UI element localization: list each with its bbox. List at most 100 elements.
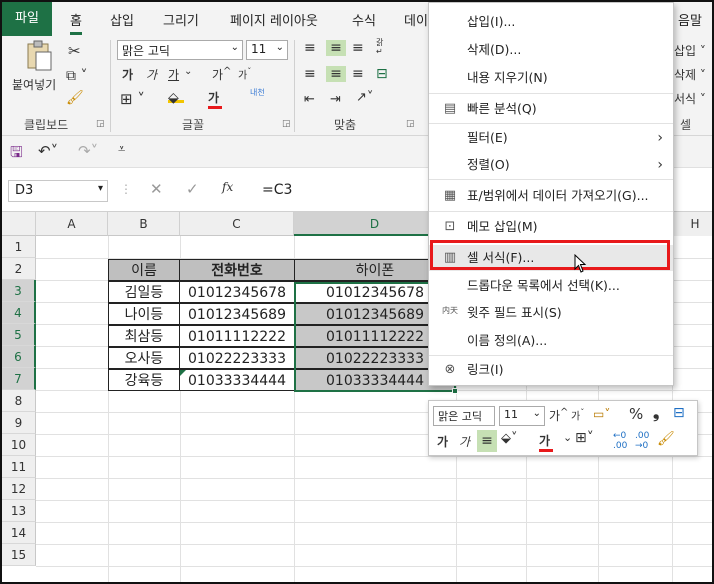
- mini-font-size-select[interactable]: 11 ⌄: [499, 406, 545, 426]
- align-bottom-icon[interactable]: ≡: [352, 40, 364, 56]
- cells-format-button[interactable]: 서식 ˅: [674, 90, 706, 107]
- row-header[interactable]: 12: [2, 478, 36, 500]
- align-top-icon[interactable]: ≡: [304, 40, 316, 56]
- wrap-text-icon[interactable]: 갉 ↵: [376, 38, 394, 56]
- increase-indent-icon[interactable]: ⇥: [330, 92, 341, 107]
- row-header[interactable]: 11: [2, 456, 36, 478]
- font-grow-button[interactable]: 가^: [212, 66, 231, 83]
- menu-item-insert-comment[interactable]: ⊡ 메모 삽입(M): [429, 214, 673, 240]
- table-header-cell[interactable]: 이름: [108, 259, 180, 281]
- cancel-icon[interactable]: ✕: [150, 180, 163, 198]
- formula-input[interactable]: =C3: [256, 180, 430, 202]
- mini-font-shrink-button[interactable]: 가ˇ: [571, 407, 584, 422]
- column-header[interactable]: B: [108, 212, 180, 236]
- format-painter-icon[interactable]: 🖌: [66, 90, 84, 106]
- row-header[interactable]: 9: [2, 412, 36, 434]
- mini-italic-button[interactable]: 가: [459, 433, 470, 450]
- cells-delete-button[interactable]: 삭제 ˅: [674, 66, 706, 83]
- italic-button[interactable]: 가: [146, 66, 157, 83]
- menu-item-define-name[interactable]: 이름 정의(A)...: [429, 328, 673, 354]
- table-cell[interactable]: 01012345689: [179, 303, 295, 325]
- table-cell[interactable]: 오사등: [108, 347, 180, 369]
- cut-icon[interactable]: ✂: [68, 42, 81, 60]
- align-right-icon[interactable]: ≡: [352, 66, 364, 82]
- save-icon[interactable]: 🖫: [10, 142, 23, 167]
- name-box[interactable]: D3 ▾: [8, 180, 108, 202]
- mini-format-painter-icon[interactable]: 🖌: [657, 431, 675, 447]
- mini-font-name-select[interactable]: 맑은 고딕: [433, 406, 495, 426]
- insert-function-icon[interactable]: fx: [222, 180, 233, 194]
- table-header-cell[interactable]: 전화번호: [179, 259, 295, 281]
- decrease-decimal-icon[interactable]: .00 →0: [635, 431, 649, 451]
- phonetic-icon[interactable]: 내천: [250, 88, 265, 97]
- mini-font-grow-button[interactable]: 가^: [549, 407, 568, 424]
- alignment-launcher-icon[interactable]: ◲: [406, 119, 415, 129]
- underline-dropdown-icon[interactable]: ⌄: [184, 66, 192, 77]
- row-header[interactable]: 13: [2, 500, 36, 522]
- font-name-select[interactable]: 맑은 고딕 ⌄: [117, 40, 243, 60]
- tab-home[interactable]: 홈: [70, 10, 82, 35]
- menu-item-insert[interactable]: 삽입(I)...: [429, 9, 673, 35]
- table-cell[interactable]: 김일등: [108, 281, 180, 303]
- tab-page-layout[interactable]: 페이지 레이아웃: [230, 10, 318, 29]
- row-header[interactable]: 2: [2, 258, 36, 280]
- align-middle-icon[interactable]: ≡: [326, 40, 346, 56]
- row-header[interactable]: 14: [2, 522, 36, 544]
- mini-bold-button[interactable]: 가: [437, 433, 448, 450]
- mini-align-center-icon[interactable]: ≡: [477, 430, 497, 452]
- tab-insert[interactable]: 삽입: [110, 10, 134, 29]
- fill-color-icon[interactable]: ⬙: [168, 90, 184, 106]
- table-cell[interactable]: 01022223333: [179, 347, 295, 369]
- menu-item-clear-contents[interactable]: 내용 지우기(N): [429, 65, 673, 91]
- row-header[interactable]: 15: [2, 544, 36, 566]
- align-center-icon[interactable]: ≡: [326, 66, 346, 82]
- decrease-indent-icon[interactable]: ⇤: [304, 92, 315, 107]
- font-launcher-icon[interactable]: ◲: [282, 119, 291, 129]
- table-cell[interactable]: 강육등: [108, 369, 180, 391]
- paste-button[interactable]: 붙여넣기: [12, 76, 56, 93]
- mini-font-color-button[interactable]: 가: [539, 432, 553, 452]
- table-cell[interactable]: 나이등: [108, 303, 180, 325]
- row-header[interactable]: 3: [2, 280, 36, 302]
- number-format-icon[interactable]: ▭˅: [593, 407, 610, 421]
- row-header[interactable]: 8: [2, 390, 36, 412]
- menu-item-quick-analysis[interactable]: ▤ 빠른 분석(Q): [429, 96, 673, 122]
- cells-insert-button[interactable]: 삽입 ˅: [674, 42, 706, 59]
- table-cell[interactable]: 01011112222: [179, 325, 295, 347]
- table-cell[interactable]: 최삼등: [108, 325, 180, 347]
- customize-qat-icon[interactable]: ⩡: [118, 142, 125, 157]
- paste-icon[interactable]: [24, 40, 54, 75]
- mini-fill-color-icon[interactable]: ⬙˅: [501, 431, 518, 446]
- menu-item-delete[interactable]: 삭제(D)...: [429, 37, 673, 63]
- clipboard-launcher-icon[interactable]: ◲: [96, 119, 105, 129]
- column-header[interactable]: A: [36, 212, 108, 236]
- tab-formulas[interactable]: 수식: [352, 10, 376, 29]
- underline-button[interactable]: 가: [168, 66, 179, 83]
- font-size-select[interactable]: 11 ⌄: [246, 40, 288, 60]
- orientation-icon[interactable]: ↗˅: [356, 90, 373, 105]
- menu-item-get-data-from-table[interactable]: ▦ 표/범위에서 데이터 가져오기(G)...: [429, 183, 673, 209]
- merge-center-icon[interactable]: ⊟: [673, 405, 685, 421]
- font-color-button[interactable]: 가: [208, 89, 222, 109]
- copy-icon[interactable]: ⧉ ˅: [66, 68, 87, 84]
- column-header[interactable]: C: [180, 212, 294, 236]
- row-header[interactable]: 10: [2, 434, 36, 456]
- font-shrink-button[interactable]: 가ˇ: [238, 66, 251, 81]
- row-header[interactable]: 1: [2, 236, 36, 258]
- tab-file[interactable]: 파일: [2, 2, 52, 36]
- menu-item-sort[interactable]: 정렬(O) ›: [429, 152, 673, 178]
- column-header[interactable]: H: [674, 212, 712, 236]
- comma-icon[interactable]: ❟: [653, 403, 659, 423]
- mini-border-icon[interactable]: ⊞˅: [575, 430, 594, 446]
- merge-center-icon[interactable]: ⊟: [376, 66, 388, 82]
- row-header[interactable]: 4: [2, 302, 36, 324]
- redo-icon[interactable]: ↷˅: [78, 142, 98, 160]
- border-icon[interactable]: ⊞ ˅: [120, 90, 145, 108]
- menu-item-pick-from-dropdown[interactable]: 드롭다운 목록에서 선택(K)...: [429, 273, 673, 299]
- mini-dropdown-icon[interactable]: ⌄: [563, 431, 572, 444]
- undo-icon[interactable]: ↶˅: [38, 142, 58, 160]
- menu-item-filter[interactable]: 필터(E) ›: [429, 125, 673, 151]
- row-header[interactable]: 5: [2, 324, 36, 346]
- row-header[interactable]: 7: [2, 368, 36, 390]
- menu-item-link[interactable]: ⊗ 링크(I): [429, 357, 673, 383]
